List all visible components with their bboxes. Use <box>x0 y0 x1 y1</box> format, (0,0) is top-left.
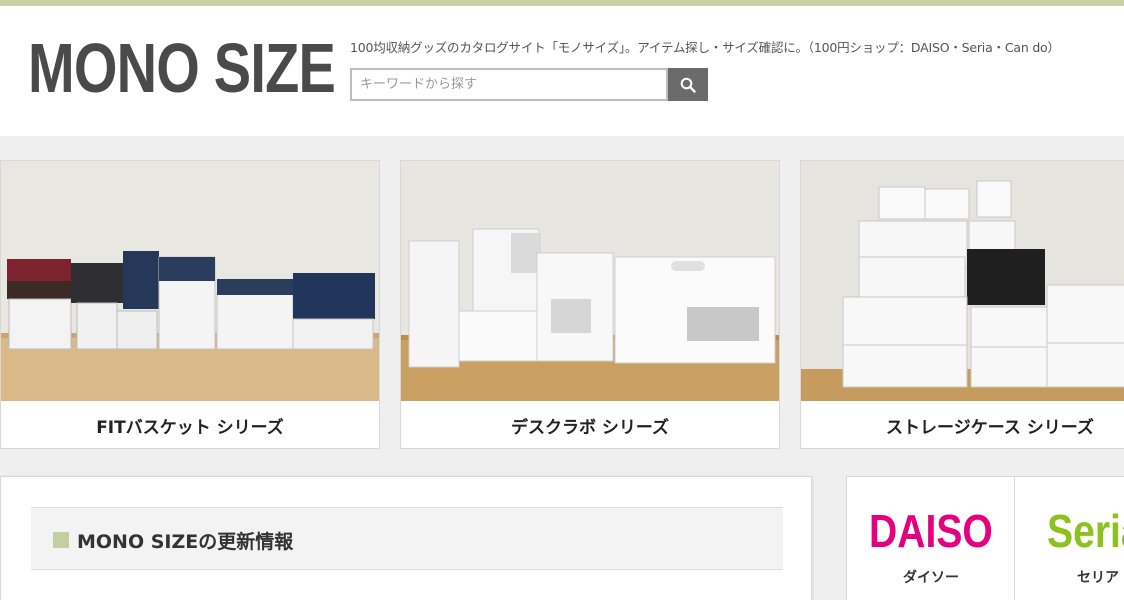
series-card-label: FITバスケット シリーズ <box>96 417 284 438</box>
update-news-panel: MONO SIZEの更新情報 <box>0 476 812 600</box>
shop-kana-label: ダイソー <box>903 570 959 586</box>
series-card-image <box>801 161 1124 401</box>
search-input[interactable] <box>350 68 668 101</box>
site-header: MONO SIZE 100均収納グッズのカタログサイト「モノサイズ」。アイテム探… <box>0 6 1124 136</box>
series-card-label: ストレージケース シリーズ <box>886 417 1094 438</box>
shop-tile-daiso[interactable]: DAISO ダイソー <box>846 476 1015 600</box>
series-card-image <box>1 161 379 401</box>
seria-logo: Seria <box>1047 505 1124 557</box>
shop-tile-seria[interactable]: Seria セリア <box>1014 476 1124 600</box>
update-news-title: MONO SIZEの更新情報 <box>77 531 294 553</box>
search-icon <box>680 77 696 93</box>
site-logo[interactable]: MONO SIZE <box>28 28 336 108</box>
series-card-storage-case[interactable]: ストレージケース シリーズ <box>800 160 1124 449</box>
series-card-image <box>401 161 779 401</box>
series-card-fit-basket[interactable]: FITバスケット シリーズ <box>0 160 380 449</box>
series-card-label: デスクラボ シリーズ <box>510 417 670 438</box>
search-button[interactable] <box>668 68 708 101</box>
daiso-logo: DAISO <box>869 505 993 557</box>
shop-kana-label: セリア <box>1077 570 1119 586</box>
update-news-header: MONO SIZEの更新情報 <box>31 507 783 570</box>
series-card-desk-labo[interactable]: デスクラボ シリーズ <box>400 160 780 449</box>
section-marker-icon <box>53 532 69 548</box>
site-tagline: 100均収納グッズのカタログサイト「モノサイズ」。アイテム探し・サイズ確認に。（… <box>350 40 1060 55</box>
